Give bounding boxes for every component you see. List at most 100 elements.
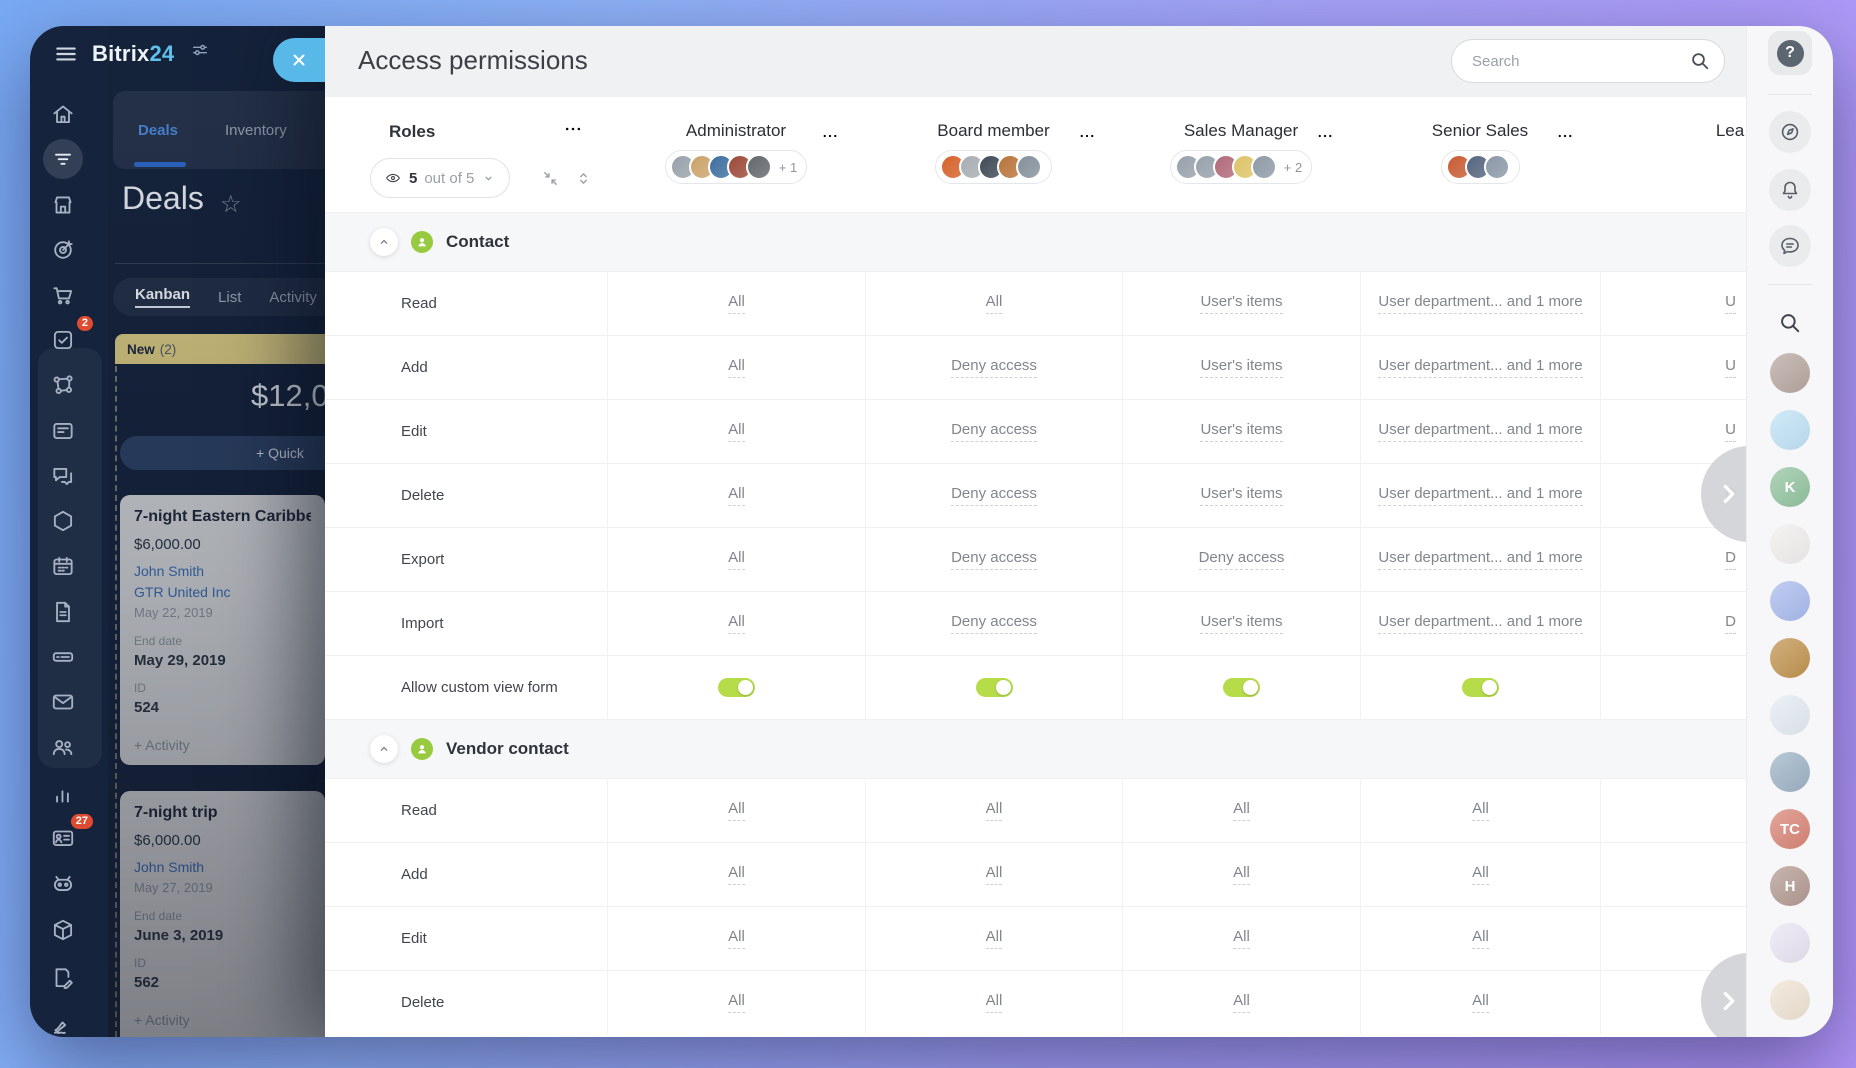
- permission-value-dropdown[interactable]: All: [1472, 864, 1489, 885]
- rail-avatar[interactable]: [1770, 638, 1810, 678]
- collapse-section-button[interactable]: [370, 735, 398, 763]
- deal-contact-link[interactable]: GTR United Inc: [134, 582, 311, 603]
- top-tab-deals[interactable]: Deals: [138, 91, 178, 169]
- rail-avatar[interactable]: [1770, 980, 1810, 1020]
- rail-avatar[interactable]: [1770, 923, 1810, 963]
- roles-menu-icon[interactable]: [563, 119, 583, 144]
- collapse-section-button[interactable]: [370, 228, 398, 256]
- permission-value-dropdown[interactable]: User department... and 1 more: [1378, 357, 1582, 378]
- deal-card[interactable]: 7-night Eastern Caribbea$6,000.00John Sm…: [120, 495, 325, 765]
- permission-value-dropdown[interactable]: All: [1233, 800, 1250, 821]
- permission-value-dropdown[interactable]: User's items: [1200, 293, 1282, 314]
- permission-value-dropdown[interactable]: Deny access: [951, 613, 1037, 634]
- permission-value-dropdown[interactable]: All: [1472, 992, 1489, 1013]
- permission-value-dropdown[interactable]: U: [1725, 357, 1736, 378]
- permission-value-dropdown[interactable]: All: [728, 613, 745, 634]
- permission-value-dropdown[interactable]: D: [1725, 549, 1736, 570]
- sidebar-item-contact-card[interactable]: 27: [43, 818, 83, 858]
- sidebar-item-drive[interactable]: [43, 637, 83, 677]
- sidebar-item-cart[interactable]: [43, 275, 83, 315]
- permission-value-dropdown[interactable]: User department... and 1 more: [1378, 485, 1582, 506]
- kanban-stage-header[interactable]: New (2): [115, 334, 325, 364]
- permission-value-dropdown[interactable]: User's items: [1200, 613, 1282, 634]
- sidebar-item-robot[interactable]: [43, 863, 83, 903]
- sidebar-item-target[interactable]: [43, 230, 83, 270]
- sidebar-item-feed[interactable]: [43, 411, 83, 451]
- sidebar-item-signature[interactable]: [43, 1003, 83, 1037]
- permission-value-dropdown[interactable]: All: [986, 864, 1003, 885]
- role-avatar-stack[interactable]: [1441, 150, 1520, 184]
- favorite-star-icon[interactable]: ☆: [220, 190, 242, 219]
- role-menu-icon[interactable]: [821, 127, 839, 150]
- help-button[interactable]: ?: [1768, 31, 1812, 75]
- sidebar-item-network[interactable]: [43, 365, 83, 405]
- custom-form-toggle[interactable]: [718, 678, 755, 697]
- permission-value-dropdown[interactable]: D: [1725, 613, 1736, 634]
- permission-value-dropdown[interactable]: U: [1725, 421, 1736, 442]
- permission-value-dropdown[interactable]: All: [986, 293, 1003, 314]
- permission-value-dropdown[interactable]: All: [728, 864, 745, 885]
- view-tab-kanban[interactable]: Kanban: [135, 286, 190, 308]
- sidebar-item-cube[interactable]: [43, 910, 83, 950]
- permission-value-dropdown[interactable]: All: [728, 485, 745, 506]
- sort-icon[interactable]: [574, 169, 593, 188]
- sidebar-item-mail[interactable]: [43, 682, 83, 722]
- permission-value-dropdown[interactable]: All: [986, 800, 1003, 821]
- custom-form-toggle[interactable]: [1223, 678, 1260, 697]
- rail-avatar[interactable]: [1770, 353, 1810, 393]
- rail-avatar[interactable]: [1770, 752, 1810, 792]
- permission-value-dropdown[interactable]: User department... and 1 more: [1378, 613, 1582, 634]
- add-activity-link[interactable]: + Activity: [134, 737, 311, 753]
- deal-contact-link[interactable]: John Smith: [134, 561, 311, 582]
- permission-value-dropdown[interactable]: All: [728, 293, 745, 314]
- close-slider-button[interactable]: [273, 38, 325, 82]
- roles-filter-dropdown[interactable]: 5 out of 5: [370, 158, 510, 198]
- permission-value-dropdown[interactable]: All: [728, 992, 745, 1013]
- rail-search-button[interactable]: [1777, 310, 1803, 341]
- sidebar-item-doc-edit[interactable]: [43, 958, 83, 998]
- permission-value-dropdown[interactable]: Deny access: [951, 485, 1037, 506]
- rail-avatar[interactable]: TC: [1770, 809, 1810, 849]
- add-activity-link[interactable]: + Activity: [134, 1012, 311, 1028]
- permission-value-dropdown[interactable]: All: [728, 800, 745, 821]
- custom-form-toggle[interactable]: [1462, 678, 1499, 697]
- permission-value-dropdown[interactable]: All: [728, 549, 745, 570]
- rail-bell-button[interactable]: [1769, 169, 1811, 211]
- permission-value-dropdown[interactable]: User department... and 1 more: [1378, 421, 1582, 442]
- permission-value-dropdown[interactable]: All: [1233, 928, 1250, 949]
- search-input[interactable]: [1451, 39, 1725, 83]
- permission-value-dropdown[interactable]: All: [728, 357, 745, 378]
- sidebar-item-tasks[interactable]: 2: [43, 320, 83, 360]
- permission-value-dropdown[interactable]: Deny access: [951, 421, 1037, 442]
- view-tab-activity[interactable]: Activity: [269, 289, 317, 306]
- role-menu-icon[interactable]: [1556, 127, 1574, 150]
- permission-value-dropdown[interactable]: User's items: [1200, 485, 1282, 506]
- sidebar-item-crm-funnel[interactable]: [43, 139, 83, 179]
- deal-contact-link[interactable]: John Smith: [134, 857, 311, 878]
- permission-value-dropdown[interactable]: Deny access: [1199, 549, 1285, 570]
- permission-value-dropdown[interactable]: All: [986, 992, 1003, 1013]
- custom-form-toggle[interactable]: [976, 678, 1013, 697]
- menu-icon[interactable]: [46, 34, 86, 74]
- rail-avatar[interactable]: K: [1770, 467, 1810, 507]
- permission-value-dropdown[interactable]: Deny access: [951, 357, 1037, 378]
- permission-value-dropdown[interactable]: All: [1233, 864, 1250, 885]
- rail-avatar[interactable]: [1770, 695, 1810, 735]
- sidebar-item-store[interactable]: [43, 185, 83, 225]
- role-menu-icon[interactable]: [1078, 127, 1096, 150]
- rail-chat-lines-button[interactable]: [1769, 225, 1811, 267]
- sidebar-item-home[interactable]: [43, 94, 83, 134]
- sidebar-item-analytics[interactable]: [43, 774, 83, 814]
- permission-value-dropdown[interactable]: All: [1233, 992, 1250, 1013]
- permission-value-dropdown[interactable]: All: [986, 928, 1003, 949]
- sidebar-item-chat[interactable]: [43, 456, 83, 496]
- sidebar-item-users[interactable]: [43, 727, 83, 767]
- sidebar-item-calendar[interactable]: [43, 546, 83, 586]
- quick-deal-button[interactable]: + Quick: [120, 436, 325, 470]
- search-icon[interactable]: [1689, 50, 1711, 77]
- role-avatar-stack[interactable]: [935, 150, 1052, 184]
- rail-avatar[interactable]: [1770, 524, 1810, 564]
- view-tab-list[interactable]: List: [218, 289, 241, 306]
- permission-value-dropdown[interactable]: User's items: [1200, 357, 1282, 378]
- rail-avatar[interactable]: [1770, 410, 1810, 450]
